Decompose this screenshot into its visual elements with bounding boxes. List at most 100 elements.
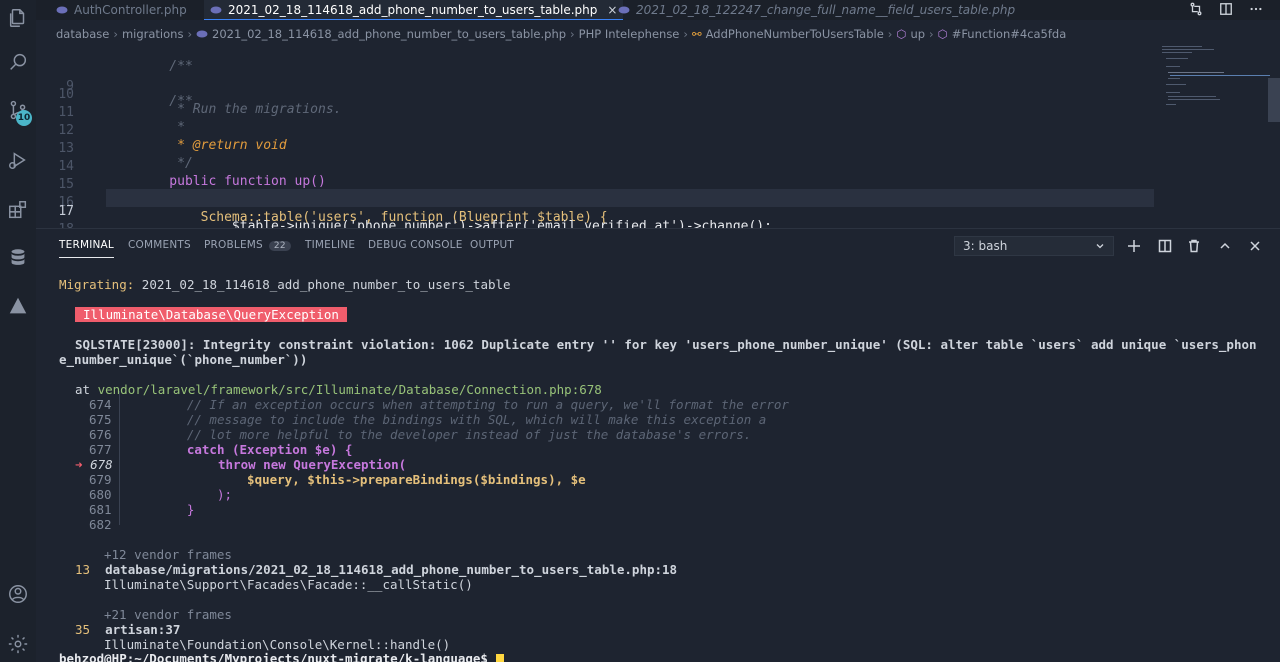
database-icon[interactable] [6, 246, 30, 270]
code-line: 14 public function up() [36, 144, 1156, 189]
new-terminal-icon[interactable] [1125, 237, 1143, 255]
problems-count-badge: 22 [268, 241, 291, 251]
snippet-line-number: 682 [89, 517, 127, 532]
migrating-label: Migrating: [59, 277, 135, 292]
tab-terminal[interactable]: TERMINAL [59, 239, 114, 258]
shell-prompt-line[interactable]: behzod@HP:~/Documents/Myprojects/nuxt-mi… [59, 651, 504, 662]
snippet-line-number: 681 [89, 502, 127, 517]
split-terminal-icon[interactable] [1156, 237, 1174, 255]
terminal-line-exception: Illuminate\Database\QueryException [75, 307, 347, 322]
tab-problems-label: PROBLEMS [204, 239, 263, 251]
terminal-line-at: at vendor/laravel/framework/src/Illumina… [75, 382, 602, 397]
php-file-icon [618, 6, 630, 14]
frame-call: Illuminate\Foundation\Console\Kernel::ha… [104, 637, 451, 652]
snippet-code: ); [126, 487, 232, 502]
minimap[interactable] [1160, 44, 1280, 128]
terminal-line-sql: SQLSTATE[23000]: Integrity constraint vi… [75, 337, 1257, 352]
tab-debug-console[interactable]: DEBUG CONSOLE [368, 239, 463, 251]
snippet-line: 675 // message to include the bindings w… [89, 412, 766, 427]
snippet-code: // message to include the bindings with … [126, 412, 767, 427]
function-icon: ⬡ [937, 27, 948, 41]
breadcrumb-item[interactable]: 2021_02_18_114618_add_phone_number_to_us… [212, 27, 566, 41]
snippet-line: 682 [89, 517, 127, 532]
terminal-line-sql-cont: e_number_unique`(`phone_number`)) [59, 352, 308, 367]
settings-gear-icon[interactable] [6, 632, 30, 656]
run-debug-icon[interactable] [6, 148, 30, 172]
breadcrumb-item[interactable]: #Function#4ca5fda [952, 27, 1067, 41]
code-line-current: 17 $table->unique('phone_number')->after… [36, 189, 1156, 228]
minimap-slider[interactable] [1268, 78, 1280, 122]
snippet-code: } [126, 502, 195, 517]
explorer-icon[interactable] [6, 6, 30, 30]
terminal-select[interactable]: 3: bash [954, 236, 1114, 256]
vendor-frames-line: +21 vendor frames [104, 607, 232, 622]
at-label: at [75, 382, 91, 397]
frame-path: database/migrations/2021_02_18_114618_ad… [105, 562, 678, 577]
extensions-icon[interactable] [6, 198, 30, 222]
terminal-cursor [495, 654, 504, 662]
snippet-code: // lot more helpful to the developer ins… [126, 427, 752, 442]
tab-add-phone-number-migration[interactable]: 2021_02_18_114618_add_phone_number_to_us… [204, 0, 624, 20]
snippet-code: throw new QueryException( [127, 457, 407, 472]
tab-change-full-name-migration[interactable]: 2021_02_18_122247_change_full_name__fiel… [612, 0, 1021, 20]
tab-timeline[interactable]: TIMELINE [305, 239, 355, 251]
tab-authcontroller[interactable]: AuthController.php [50, 0, 193, 20]
code-line: 10 * Run the migrations. [36, 72, 1156, 117]
snippet-line: 677 catch (Exception $e) { [89, 442, 352, 457]
shell-prompt: behzod@HP:~/Documents/Myprojects/nuxt-mi… [59, 651, 488, 662]
snippet-line-number: 675 [89, 412, 127, 427]
method-icon: ⬡ [896, 27, 907, 41]
frame-path: artisan:37 [105, 622, 181, 637]
code-editor[interactable]: /** 9 /** 10 * Run the migrations. 11 * … [36, 44, 1280, 228]
frame-number: 13 [75, 562, 91, 577]
account-icon[interactable] [6, 582, 30, 606]
close-panel-icon[interactable] [1246, 237, 1264, 255]
breadcrumb-item[interactable]: migrations [122, 27, 184, 41]
frame-call: Illuminate\Support\Facades\Facade::__cal… [104, 577, 473, 592]
php-file-icon [196, 30, 208, 38]
compare-changes-icon[interactable] [1186, 0, 1206, 18]
code-line: 13 */ [36, 126, 1156, 171]
php-file-icon [56, 6, 68, 14]
stack-frame: 35 artisan:37 [75, 622, 180, 637]
breadcrumb-item[interactable]: database [56, 27, 109, 41]
snippet-line-number: 679 [89, 472, 127, 487]
snippet-line-number: 677 [89, 442, 127, 457]
breadcrumb: database › migrations › 2021_02_18_114618_… [56, 27, 1067, 41]
source-control-badge: 10 [16, 110, 32, 126]
breadcrumb-item[interactable]: PHP Intelephense [579, 27, 680, 41]
tab-label: 2021_02_18_114618_add_phone_number_to_us… [228, 2, 598, 17]
tab-problems[interactable]: PROBLEMS 22 [204, 239, 291, 251]
snippet-code: // If an exception occurs when attemptin… [126, 397, 789, 412]
php-file-icon [210, 6, 222, 13]
editor-tab-bar: AuthController.php 2021_02_18_114618_add… [36, 0, 1280, 20]
exception-badge: Illuminate\Database\QueryException [75, 307, 347, 322]
tab-output[interactable]: OUTPUT [470, 239, 514, 251]
snippet-line-number: 674 [89, 397, 127, 412]
kill-terminal-trash-icon[interactable] [1185, 237, 1203, 255]
snippet-line-number: 680 [89, 487, 127, 502]
split-editor-icon[interactable] [1216, 0, 1236, 18]
snippet-line: 674 // If an exception occurs when attem… [89, 397, 789, 412]
breadcrumb-item[interactable]: up [910, 27, 925, 41]
snippet-line-number: 676 [89, 427, 127, 442]
terminal-line-migrating: Migrating: 2021_02_18_114618_add_phone_n… [59, 277, 511, 292]
remote-explorer-icon[interactable] [6, 294, 30, 318]
breadcrumb-item[interactable]: AddPhoneNumberToUsersTable [706, 27, 884, 41]
tab-comments[interactable]: COMMENTS [128, 239, 191, 251]
snippet-code: $query, $this->prepareBindings($bindings… [126, 472, 586, 487]
maximize-panel-chevron-up-icon[interactable] [1216, 237, 1234, 255]
code-line: 18 }); [36, 207, 1156, 228]
code-line: 15 { [36, 162, 1156, 207]
activity-bar: 10 [0, 0, 36, 662]
current-line-arrow-icon: ➜ [75, 457, 83, 472]
more-actions-icon[interactable] [1246, 0, 1266, 18]
terminal-select-value: 3: bash [963, 239, 1008, 253]
snippet-line: 681 } [89, 502, 194, 517]
tab-label: 2021_02_18_122247_change_full_name__fiel… [636, 3, 1016, 17]
at-path: vendor/laravel/framework/src/Illuminate/… [97, 382, 602, 397]
class-icon: ⚯ [692, 27, 702, 41]
search-icon[interactable] [6, 50, 30, 74]
snippet-line: 679 $query, $this->prepareBindings($bind… [89, 472, 586, 487]
bottom-panel: TERMINAL COMMENTS PROBLEMS 22 TIMELINE DE… [36, 228, 1280, 662]
